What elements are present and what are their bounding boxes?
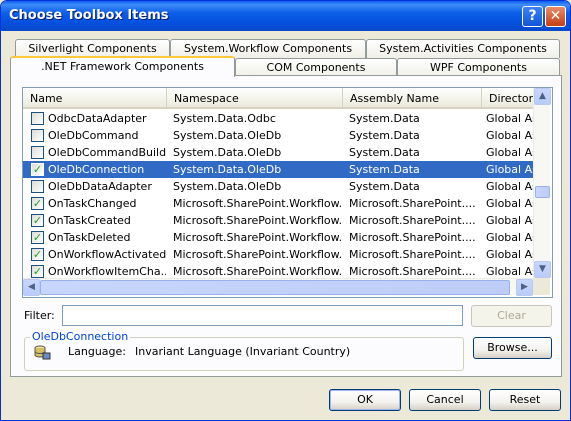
checked-checkbox[interactable]: ✓ <box>31 163 44 176</box>
cell-namespace: Microsoft.SharePoint.Workflow... <box>173 248 343 261</box>
cell-namespace: System.Data.OleDb <box>173 129 282 142</box>
cell-directory: Global Ass <box>486 180 533 193</box>
cell-assembly-name: System.Data <box>349 146 420 159</box>
title-bar[interactable]: Choose Toolbox Items ? ✕ <box>1 1 570 31</box>
unchecked-checkbox[interactable] <box>31 112 44 125</box>
cell-namespace: Microsoft.SharePoint.Workflow... <box>173 197 343 210</box>
list-item[interactable]: ✓ OnTaskChanged Microsoft.SharePoint.Workf… <box>23 195 533 212</box>
close-button[interactable]: ✕ <box>545 6 566 27</box>
help-button[interactable]: ? <box>522 6 543 27</box>
cell-assembly-name: System.Data <box>349 180 420 193</box>
list-item[interactable]: OleDbDataAdapter System.Data.OleDb System.… <box>23 178 533 195</box>
list-item[interactable]: ✓ OnTaskCreated Microsoft.SharePoint.Workf… <box>23 212 533 229</box>
selected-item-title: OleDbConnection <box>30 330 131 343</box>
list-item[interactable]: ✓ OnTaskDeleted Microsoft.SharePoint.Workf… <box>23 229 533 246</box>
column-header-name[interactable]: Name <box>23 88 167 107</box>
tab-net-framework-components[interactable]: .NET Framework Components <box>10 56 235 77</box>
cell-name: OleDbConnection <box>48 163 145 176</box>
choose-toolbox-items-dialog: Choose Toolbox Items ? ✕ Silverlight Com… <box>0 0 571 421</box>
language-label: Language: <box>68 345 126 358</box>
checked-checkbox[interactable]: ✓ <box>31 231 44 244</box>
list-item[interactable]: ✓ OleDbConnection System.Data.OleDb System.… <box>23 161 533 178</box>
cell-namespace: Microsoft.SharePoint.Workflow... <box>173 214 343 227</box>
filter-input[interactable] <box>62 305 463 326</box>
browse-button[interactable]: Browse... <box>473 337 552 359</box>
cell-namespace: System.Data.OleDb <box>173 146 282 159</box>
clear-button[interactable]: Clear <box>471 305 552 327</box>
database-component-icon <box>33 344 51 363</box>
cell-directory: Global Ass <box>486 214 533 227</box>
cancel-button[interactable]: Cancel <box>409 389 481 411</box>
cell-name: OleDbCommandBuilder <box>48 146 166 159</box>
horizontal-scroll-thumb[interactable] <box>40 280 510 295</box>
cell-namespace: System.Data.OleDb <box>173 180 282 193</box>
cell-assembly-name: System.Data <box>349 129 420 142</box>
vertical-scroll-thumb[interactable] <box>535 186 550 198</box>
list-item[interactable]: ✓ OnWorkflowActivated Microsoft.SharePoint… <box>23 246 533 263</box>
cell-directory: Global Ass <box>486 248 533 261</box>
checked-checkbox[interactable]: ✓ <box>31 248 44 261</box>
cell-name: OnWorkflowActivated <box>48 248 166 261</box>
cell-directory: Global Ass <box>486 231 533 244</box>
scroll-down-button[interactable]: ▼ <box>534 261 551 278</box>
cell-directory: Global Ass <box>486 129 533 142</box>
checked-checkbox[interactable]: ✓ <box>31 265 44 278</box>
cell-name: OnTaskCreated <box>48 214 131 227</box>
checked-checkbox[interactable]: ✓ <box>31 197 44 210</box>
cell-directory: Global Ass <box>486 163 533 176</box>
horizontal-scrollbar[interactable]: ◀ ▶ <box>23 278 533 296</box>
cell-name: OdbcDataAdapter <box>48 112 147 125</box>
scroll-up-button[interactable]: ▲ <box>534 88 551 105</box>
column-header-assembly-name[interactable]: Assembly Name <box>343 88 482 107</box>
ok-button[interactable]: OK <box>329 389 401 411</box>
tab-system-activities-components[interactable]: System.Activities Components <box>366 39 560 58</box>
cell-assembly-name: Microsoft.SharePoint.... <box>349 197 476 210</box>
scroll-left-button[interactable]: ◀ <box>23 279 40 296</box>
cell-assembly-name: System.Data <box>349 112 420 125</box>
checked-checkbox[interactable]: ✓ <box>31 214 44 227</box>
cell-directory: Global Ass <box>486 112 533 125</box>
cell-directory: Global Ass <box>486 197 533 210</box>
cell-name: OnTaskDeleted <box>48 231 131 244</box>
list-item[interactable]: OleDbCommandBuilder System.Data.OleDb Syst… <box>23 144 533 161</box>
cell-assembly-name: Microsoft.SharePoint.... <box>349 231 476 244</box>
cell-assembly-name: System.Data <box>349 163 420 176</box>
cell-namespace: System.Data.OleDb <box>173 163 282 176</box>
cell-name: OleDbCommand <box>48 129 139 142</box>
cell-assembly-name: Microsoft.SharePoint.... <box>349 214 476 227</box>
cell-directory: Global Ass <box>486 146 533 159</box>
column-header-namespace[interactable]: Namespace <box>167 88 343 107</box>
cell-name: OleDbDataAdapter <box>48 180 152 193</box>
reset-button[interactable]: Reset <box>489 389 561 411</box>
window-title: Choose Toolbox Items <box>9 8 169 23</box>
scroll-right-button[interactable]: ▶ <box>516 279 533 296</box>
list-header: Name Namespace Assembly Name Directory <box>23 88 540 109</box>
scrollbar-corner <box>533 278 550 295</box>
language-value: Invariant Language (Invariant Country) <box>135 345 351 358</box>
list-item[interactable]: OleDbCommand System.Data.OleDb System.Data… <box>23 127 533 144</box>
cell-namespace: System.Data.Odbc <box>173 112 276 125</box>
unchecked-checkbox[interactable] <box>31 146 44 159</box>
unchecked-checkbox[interactable] <box>31 180 44 193</box>
list-item[interactable]: OdbcDataAdapter System.Data.Odbc System.Da… <box>23 110 533 127</box>
unchecked-checkbox[interactable] <box>31 129 44 142</box>
cell-namespace: Microsoft.SharePoint.Workflow... <box>173 231 343 244</box>
components-list[interactable]: Name Namespace Assembly Name Directory O… <box>22 87 553 298</box>
cell-name: OnTaskChanged <box>48 197 137 210</box>
vertical-scrollbar[interactable]: ▲ ▼ <box>533 88 551 278</box>
filter-label: Filter: <box>24 309 55 322</box>
cell-assembly-name: Microsoft.SharePoint.... <box>349 248 476 261</box>
